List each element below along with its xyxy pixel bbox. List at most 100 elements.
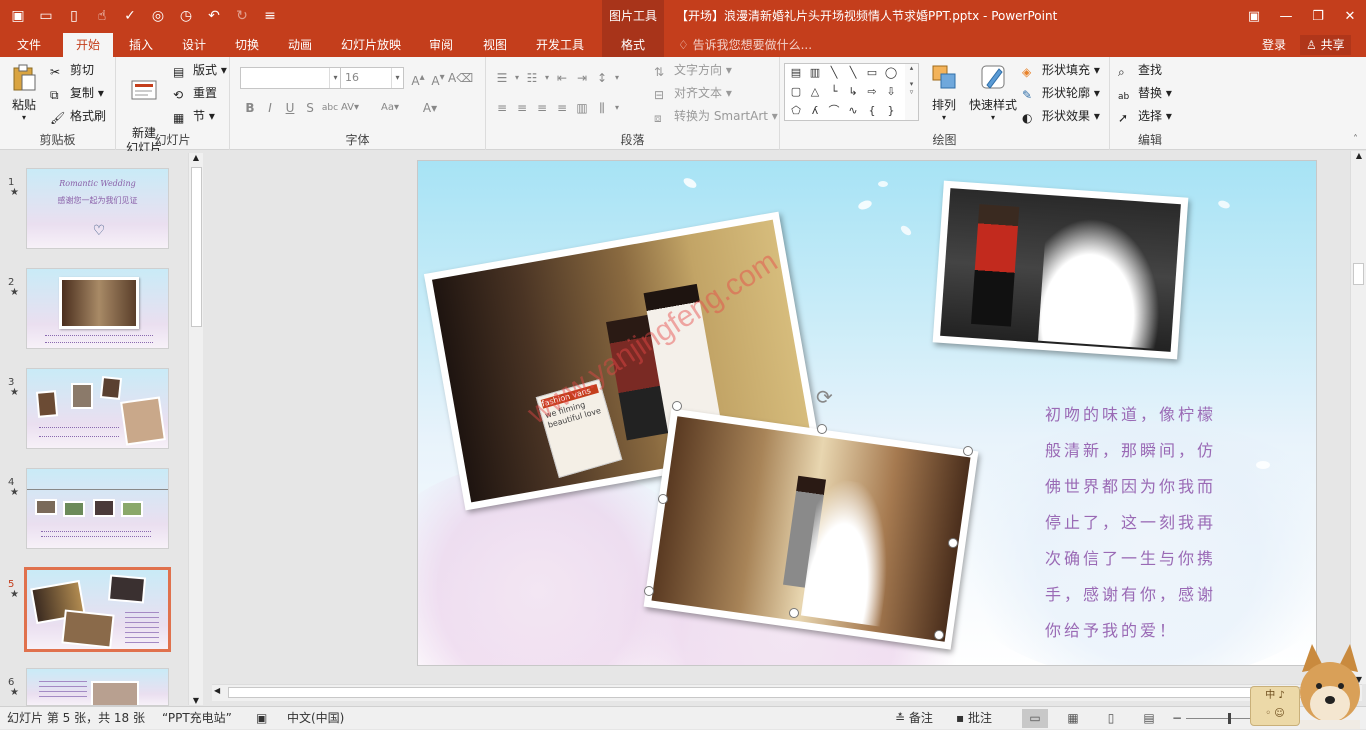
scroll-up-icon[interactable]: ▲: [1351, 151, 1366, 160]
paste-button[interactable]: 粘贴 ▾: [6, 63, 42, 122]
chevron-down-icon[interactable]: ▾: [612, 98, 622, 118]
ime-toolbar[interactable]: 中 ♪ ◦ ☺: [1250, 686, 1300, 726]
resize-handle[interactable]: [789, 608, 799, 618]
change-case-icon[interactable]: Aa▾: [380, 98, 400, 118]
slide-thumbnail-1[interactable]: Romantic Wedding 感谢您一起为我们见证 ♡: [26, 168, 169, 249]
tab-developer[interactable]: 开发工具: [528, 33, 592, 57]
numbering-icon[interactable]: ☷: [522, 68, 542, 88]
scrollbar-thumb[interactable]: [1353, 263, 1364, 285]
chevron-down-icon[interactable]: ▾: [542, 68, 552, 88]
columns-icon[interactable]: ⫼: [592, 98, 612, 118]
section-button[interactable]: ▦ 节 ▾: [173, 106, 215, 126]
resize-handle[interactable]: [672, 401, 682, 411]
char-spacing-icon[interactable]: AV▾: [340, 98, 360, 118]
scroll-down-icon[interactable]: ▼: [189, 696, 203, 705]
customize-qat-icon[interactable]: ≡: [258, 5, 282, 27]
close-icon[interactable]: ✕: [1334, 0, 1366, 33]
align-right-icon[interactable]: ≡: [532, 98, 552, 118]
oval-shape-icon[interactable]: ◯: [883, 66, 899, 80]
line-shape-icon[interactable]: ╲: [845, 66, 861, 80]
thumbnail-scrollbar[interactable]: ▲ ▼: [188, 153, 203, 705]
rotate-handle-icon[interactable]: ⟳: [816, 385, 833, 409]
reading-view-icon[interactable]: ▯: [1098, 709, 1124, 728]
preview-icon[interactable]: ◎: [146, 5, 170, 27]
chevron-down-icon[interactable]: ▾: [512, 68, 522, 88]
collapse-ribbon-icon[interactable]: ˄: [1353, 134, 1358, 145]
font-color-icon[interactable]: A▾: [420, 98, 440, 118]
reset-button[interactable]: ⟲ 重置: [173, 83, 217, 103]
slide-horizontal-scrollbar[interactable]: ◀: [212, 684, 1362, 701]
redo-icon[interactable]: ↻: [230, 5, 254, 27]
slide-vertical-scrollbar[interactable]: ▲ ▼: [1350, 151, 1366, 684]
distribute-icon[interactable]: ▥: [572, 98, 592, 118]
brace-shape-icon[interactable]: }: [883, 104, 899, 118]
down-arrow-shape-icon[interactable]: ⇩: [883, 85, 899, 99]
cut-button[interactable]: ✂ 剪切: [50, 60, 94, 80]
curve-shape-icon[interactable]: ∿: [845, 104, 861, 118]
login-link[interactable]: 登录: [1262, 33, 1286, 57]
textbox-shape-icon[interactable]: ▤: [788, 66, 804, 80]
triangle-shape-icon[interactable]: △: [807, 85, 823, 99]
scrollbar-thumb[interactable]: [228, 687, 1328, 698]
underline-icon[interactable]: U: [280, 98, 300, 118]
copy-button[interactable]: ⧉ 复制 ▾: [50, 83, 104, 103]
arc-shape-icon[interactable]: ⌒: [826, 104, 842, 118]
increase-indent-icon[interactable]: ⇥: [572, 68, 592, 88]
slideshow-from-start-icon[interactable]: ◷: [174, 5, 198, 27]
comments-button[interactable]: ▪ 批注: [956, 707, 992, 730]
decrease-indent-icon[interactable]: ⇤: [552, 68, 572, 88]
slideshow-view-icon[interactable]: ▤: [1136, 709, 1162, 728]
italic-icon[interactable]: I: [260, 98, 280, 118]
resize-handle[interactable]: [948, 538, 958, 548]
clear-format-icon[interactable]: A⌫: [448, 68, 473, 88]
tab-transitions[interactable]: 切换: [224, 33, 270, 57]
select-button[interactable]: ➚ 选择 ▾: [1118, 106, 1172, 126]
tab-review[interactable]: 审阅: [418, 33, 464, 57]
slide-thumbnail-4[interactable]: [26, 468, 169, 549]
resize-handle[interactable]: [644, 586, 654, 596]
tab-home[interactable]: 开始: [63, 33, 113, 57]
notes-button[interactable]: ≛ 备注: [895, 707, 933, 730]
undo-icon[interactable]: ↶: [202, 5, 226, 27]
align-left-icon[interactable]: ≡: [492, 98, 512, 118]
shape-outline-button[interactable]: ✎ 形状轮廓 ▾: [1022, 83, 1100, 103]
wedding-photo-2[interactable]: [932, 180, 1189, 360]
right-arrow-shape-icon[interactable]: ⇨: [864, 85, 880, 99]
layout-button[interactable]: ▤ 版式 ▾: [173, 60, 227, 80]
zoom-slider-knob[interactable]: [1228, 713, 1231, 724]
scroll-left-icon[interactable]: ◀: [214, 686, 220, 695]
slide-thumbnail-6[interactable]: [26, 668, 169, 706]
spellcheck-status-icon[interactable]: ▣: [256, 707, 267, 730]
vertical-textbox-shape-icon[interactable]: ▥: [807, 66, 823, 80]
quick-styles-button[interactable]: 快速样式 ▾: [966, 63, 1020, 122]
slide-sorter-icon[interactable]: ▦: [1060, 709, 1086, 728]
elbow-arrow-icon[interactable]: ↳: [845, 85, 861, 99]
pentagon-shape-icon[interactable]: ⬠: [788, 104, 804, 118]
tab-view[interactable]: 视图: [472, 33, 518, 57]
resize-handle[interactable]: [934, 630, 944, 640]
resize-handle[interactable]: [817, 424, 827, 434]
tab-insert[interactable]: 插入: [118, 33, 164, 57]
line-shape-icon[interactable]: ╲: [826, 66, 842, 80]
bold-icon[interactable]: B: [240, 98, 260, 118]
convert-smartart-button[interactable]: ⧈ 转换为 SmartArt ▾: [654, 106, 778, 126]
resize-handle[interactable]: [658, 494, 668, 504]
share-button[interactable]: ♙ 共享: [1300, 35, 1351, 55]
elbow-connector-icon[interactable]: └: [826, 85, 842, 99]
touch-mode-icon[interactable]: ☝: [90, 5, 114, 27]
rounded-rect-shape-icon[interactable]: ▢: [788, 85, 804, 99]
restore-icon[interactable]: ❐: [1302, 0, 1334, 33]
slide-thumbnail-3[interactable]: [26, 368, 169, 449]
align-center-icon[interactable]: ≡: [512, 98, 532, 118]
minimize-icon[interactable]: —: [1270, 0, 1302, 33]
justify-icon[interactable]: ≡: [552, 98, 572, 118]
open-icon[interactable]: ▭: [34, 5, 58, 27]
scroll-up-icon[interactable]: ▲: [189, 153, 203, 162]
strikethrough-icon[interactable]: abc: [320, 98, 340, 118]
tab-slideshow[interactable]: 幻灯片放映: [336, 33, 406, 57]
grow-font-icon[interactable]: A▴: [408, 68, 428, 88]
font-name-combo[interactable]: ▾: [240, 67, 342, 89]
wedding-photo-3[interactable]: [643, 408, 979, 650]
tab-animations[interactable]: 动画: [277, 33, 323, 57]
freeform-shape-icon[interactable]: ʎ: [807, 104, 823, 118]
